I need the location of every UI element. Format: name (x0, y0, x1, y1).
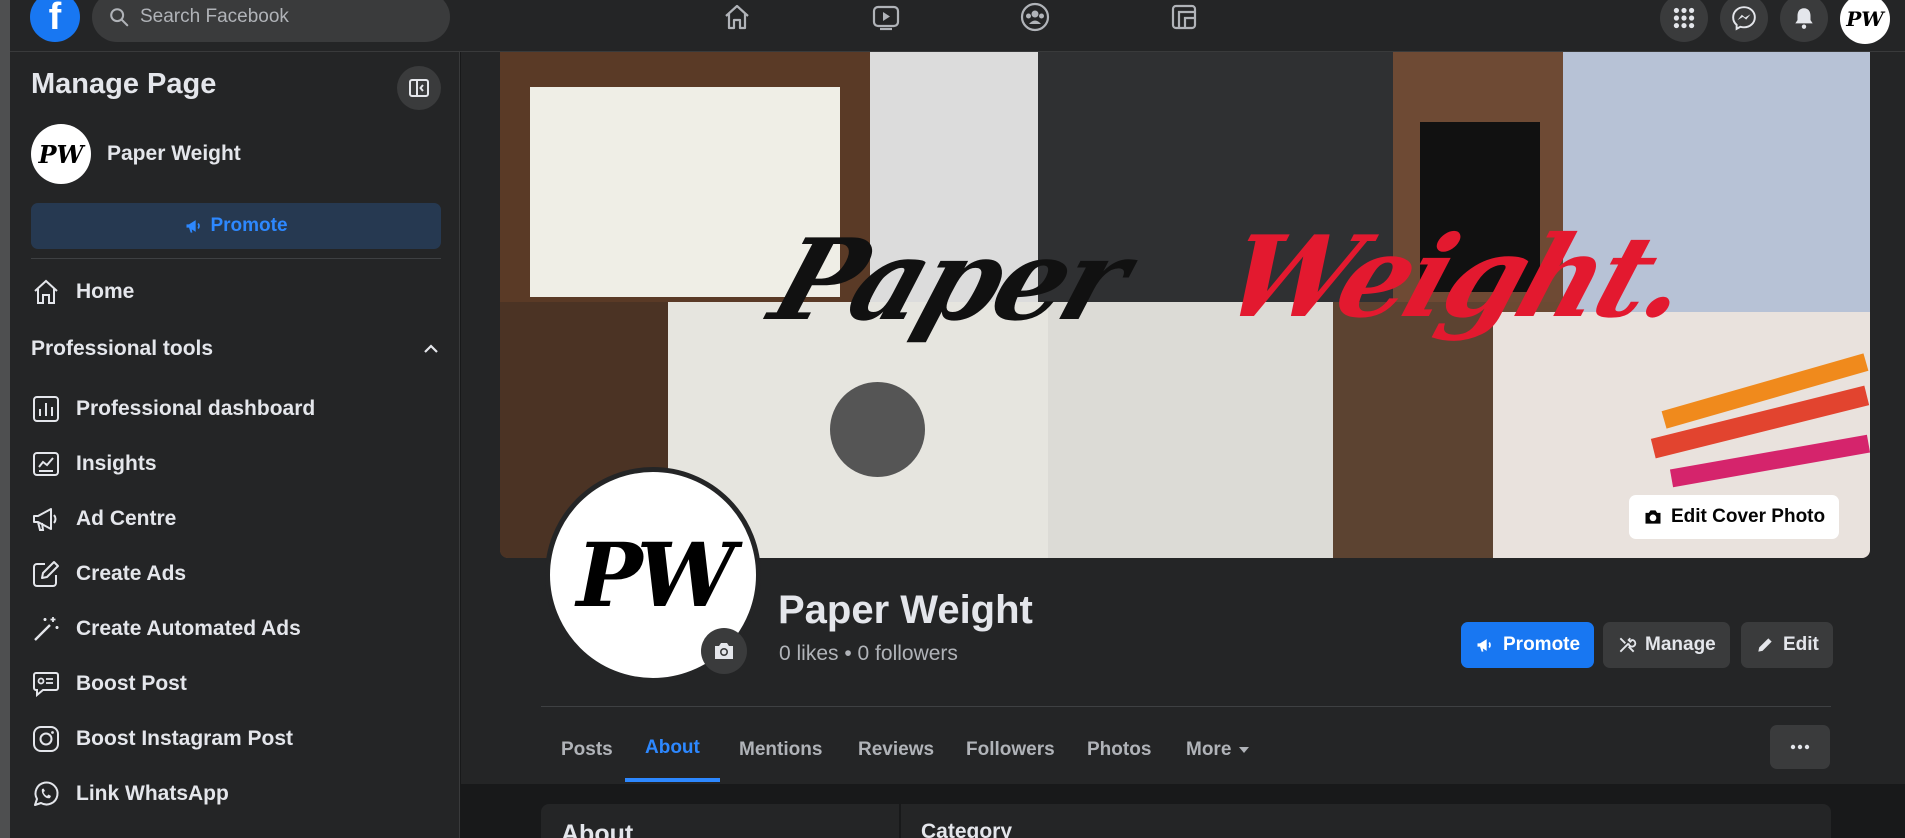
edit-cover-photo-button[interactable]: Edit Cover Photo (1629, 495, 1840, 539)
caret-down-icon (1239, 747, 1250, 753)
insights-icon (33, 452, 59, 476)
tab-mentions[interactable]: Mentions (719, 718, 842, 782)
edit-cover-label: Edit Cover Photo (1671, 506, 1826, 527)
groups-icon (1020, 2, 1050, 32)
manage-label: Manage (1645, 634, 1716, 655)
cover-title-red: Weight. (1208, 212, 1705, 343)
category-card: Category (901, 804, 1831, 838)
notifications-button[interactable] (1780, 0, 1828, 42)
whatsapp-icon (34, 781, 59, 806)
tab-photos[interactable]: Photos (1067, 718, 1171, 782)
sidebar-item-label: Boost Instagram Post (76, 727, 294, 750)
professional-tools-section-header[interactable]: Professional tools (31, 337, 441, 361)
home-icon (34, 279, 58, 304)
search-input[interactable] (140, 6, 430, 28)
window-edge (0, 0, 10, 838)
sidebar-divider (31, 258, 441, 259)
search-box[interactable] (92, 0, 450, 42)
page-stats: 0 likes • 0 followers (779, 642, 958, 665)
pencil-square-icon (33, 561, 59, 587)
home-icon (725, 4, 749, 30)
ellipsis-icon (1790, 744, 1810, 750)
sidebar-item-label: Ad Centre (76, 507, 177, 530)
more-options-button[interactable] (1770, 725, 1830, 769)
nav-gaming[interactable] (1164, 0, 1204, 34)
megaphone-icon (33, 508, 57, 531)
sidebar-page-name: Paper Weight (107, 142, 241, 165)
tools-icon (1619, 637, 1637, 653)
nav-home[interactable] (717, 0, 757, 34)
menu-button[interactable] (1660, 0, 1708, 42)
promote-label: Promote (1503, 634, 1581, 655)
cover-panel-notes-disc (830, 382, 925, 477)
top-navigation-bar: f PW (10, 0, 1905, 52)
edit-button[interactable]: Edit (1741, 622, 1833, 668)
sidebar-item-link-whatsapp[interactable]: Link WhatsApp (31, 772, 441, 816)
sidebar-toggle-icon (409, 79, 429, 97)
about-heading: About (561, 820, 634, 838)
sidebar-item-home[interactable]: Home (31, 270, 441, 314)
edit-label: Edit (1783, 634, 1819, 655)
header-divider (541, 706, 1831, 707)
tab-about[interactable]: About (625, 718, 720, 782)
facebook-page-app: f PW Manage Page (0, 0, 1905, 838)
manage-page-sidebar: Manage Page PW Paper Weight Promote Home… (10, 52, 460, 838)
sidebar-item-boost-post[interactable]: Boost Post (31, 662, 441, 706)
sidebar-promote-button[interactable]: Promote (31, 203, 441, 249)
sidebar-item-insights[interactable]: Insights (31, 442, 441, 486)
nav-watch[interactable] (866, 0, 906, 34)
page-avatar: PW (31, 124, 91, 184)
sidebar-item-label: Link WhatsApp (76, 782, 229, 805)
page-title: Paper Weight (778, 588, 1033, 632)
instagram-icon (33, 726, 59, 752)
menu-grid-icon (1673, 7, 1695, 29)
pencil-icon (1758, 638, 1772, 652)
about-card: About (541, 804, 899, 838)
messenger-button[interactable] (1720, 0, 1768, 42)
collapse-sidebar-button[interactable] (397, 66, 441, 110)
chevron-up-icon (424, 344, 438, 353)
sidebar-page-switcher[interactable]: PW Paper Weight (31, 124, 241, 184)
search-icon (110, 8, 129, 27)
sidebar-item-create-ads[interactable]: Create Ads (31, 552, 441, 596)
sidebar-item-create-automated-ads[interactable]: Create Automated Ads (31, 607, 441, 651)
update-profile-picture-button[interactable] (701, 628, 747, 674)
magic-wand-icon (34, 617, 59, 641)
sidebar-promote-label: Promote (210, 215, 288, 236)
sidebar-item-ad-centre[interactable]: Ad Centre (31, 497, 441, 541)
facebook-logo[interactable]: f (30, 0, 80, 42)
gaming-icon (1171, 4, 1197, 30)
notifications-icon (1795, 8, 1813, 29)
sidebar-item-label: Professional dashboard (76, 397, 316, 420)
sidebar-item-label: Insights (76, 452, 157, 475)
sidebar-item-label: Home (76, 280, 135, 303)
sidebar-item-professional-dashboard[interactable]: Professional dashboard (31, 387, 441, 431)
megaphone-icon (186, 220, 201, 233)
tab-more-label: More (1186, 739, 1232, 760)
cover-title-black: Paper (756, 215, 1142, 346)
watch-icon (872, 5, 900, 31)
account-avatar[interactable]: PW (1840, 0, 1890, 44)
megaphone-icon (1477, 639, 1491, 652)
messenger-icon (1732, 6, 1756, 31)
sidebar-item-label: Create Automated Ads (76, 617, 301, 640)
category-heading: Category (921, 820, 1013, 838)
boost-post-icon (33, 672, 59, 698)
section-label: Professional tools (31, 337, 214, 360)
promote-button[interactable]: Promote (1461, 622, 1595, 668)
camera-icon (1645, 510, 1661, 524)
camera-icon (715, 643, 733, 659)
dashboard-icon (33, 396, 59, 422)
tab-posts[interactable]: Posts (541, 718, 633, 782)
sidebar-item-label: Boost Post (76, 672, 187, 695)
manage-button[interactable]: Manage (1603, 622, 1730, 668)
tab-followers[interactable]: Followers (946, 718, 1075, 782)
tab-reviews[interactable]: Reviews (838, 718, 954, 782)
sidebar-item-boost-instagram-post[interactable]: Boost Instagram Post (31, 717, 441, 761)
sidebar-title: Manage Page (31, 68, 217, 100)
tab-more[interactable]: More (1166, 718, 1271, 782)
nav-groups[interactable] (1015, 0, 1055, 34)
sidebar-item-label: Create Ads (76, 562, 187, 585)
